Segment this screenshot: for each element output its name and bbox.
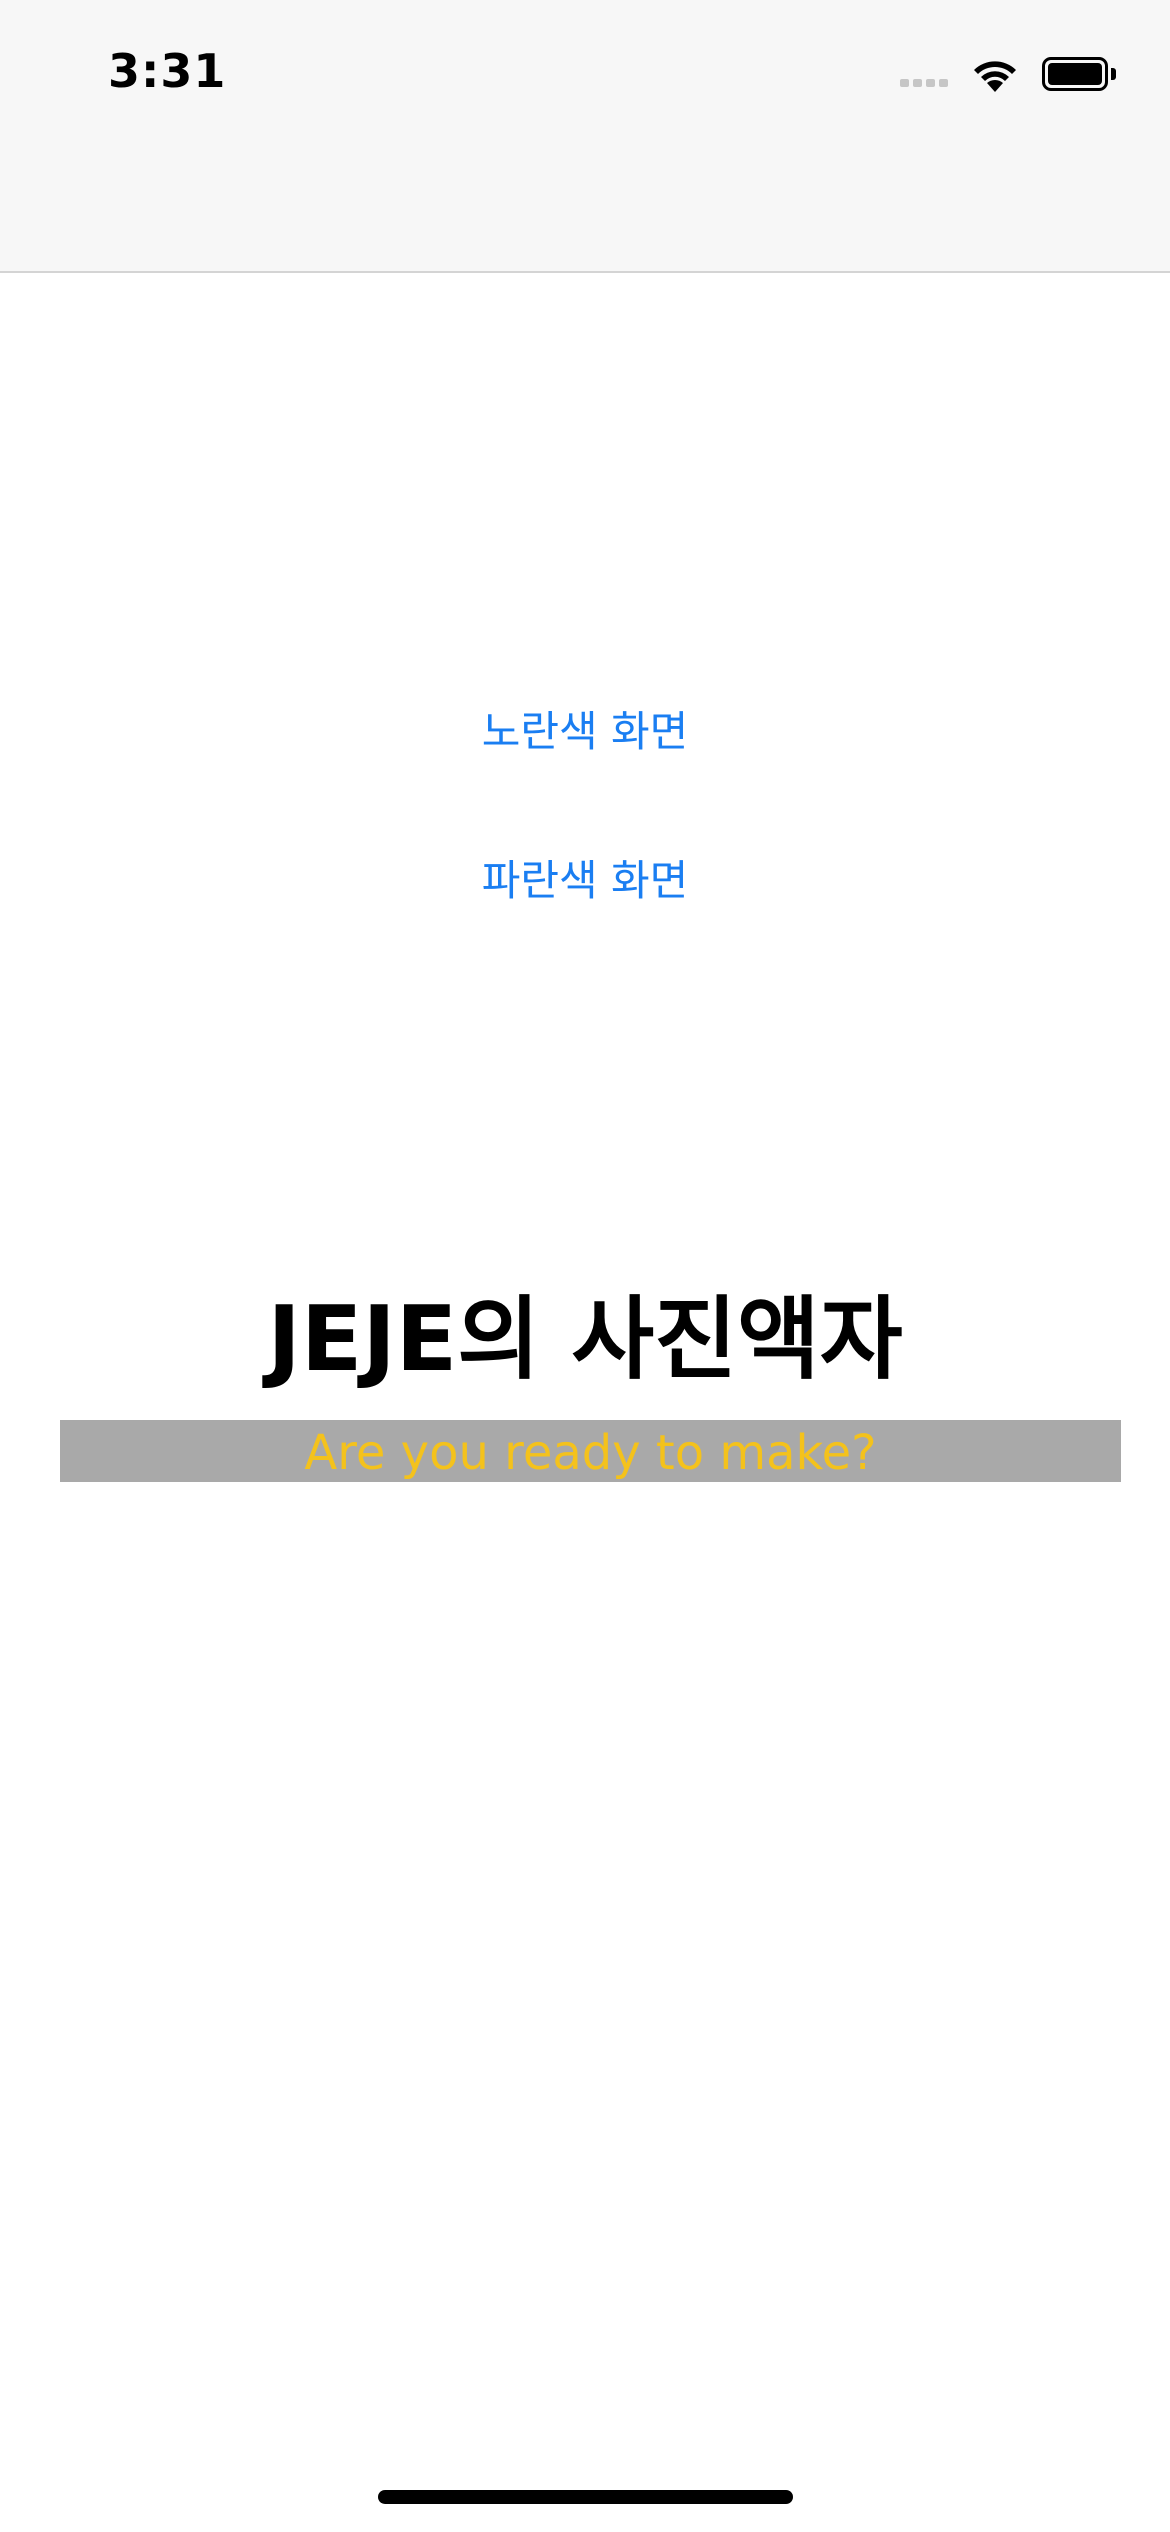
blue-screen-button[interactable]: 파란색 화면	[385, 837, 785, 917]
home-indicator[interactable]	[378, 2490, 793, 2504]
battery-cap-icon	[1111, 68, 1116, 80]
subtitle-label: Are you ready to make?	[60, 1420, 1121, 1482]
app-screen: 3:31 노란색 화면 파란색 화면 JEJE의 사진액자 Are you re…	[0, 0, 1170, 2532]
battery-icon	[1042, 57, 1108, 91]
wifi-icon	[974, 61, 1016, 92]
status-icons	[900, 54, 1116, 94]
app-title: JEJE의 사진액자	[267, 1287, 903, 1392]
navigation-bar: 3:31	[0, 0, 1170, 273]
yellow-screen-button[interactable]: 노란색 화면	[385, 688, 785, 768]
status-time: 3:31	[108, 44, 227, 98]
cellular-signal-icon	[900, 59, 952, 89]
